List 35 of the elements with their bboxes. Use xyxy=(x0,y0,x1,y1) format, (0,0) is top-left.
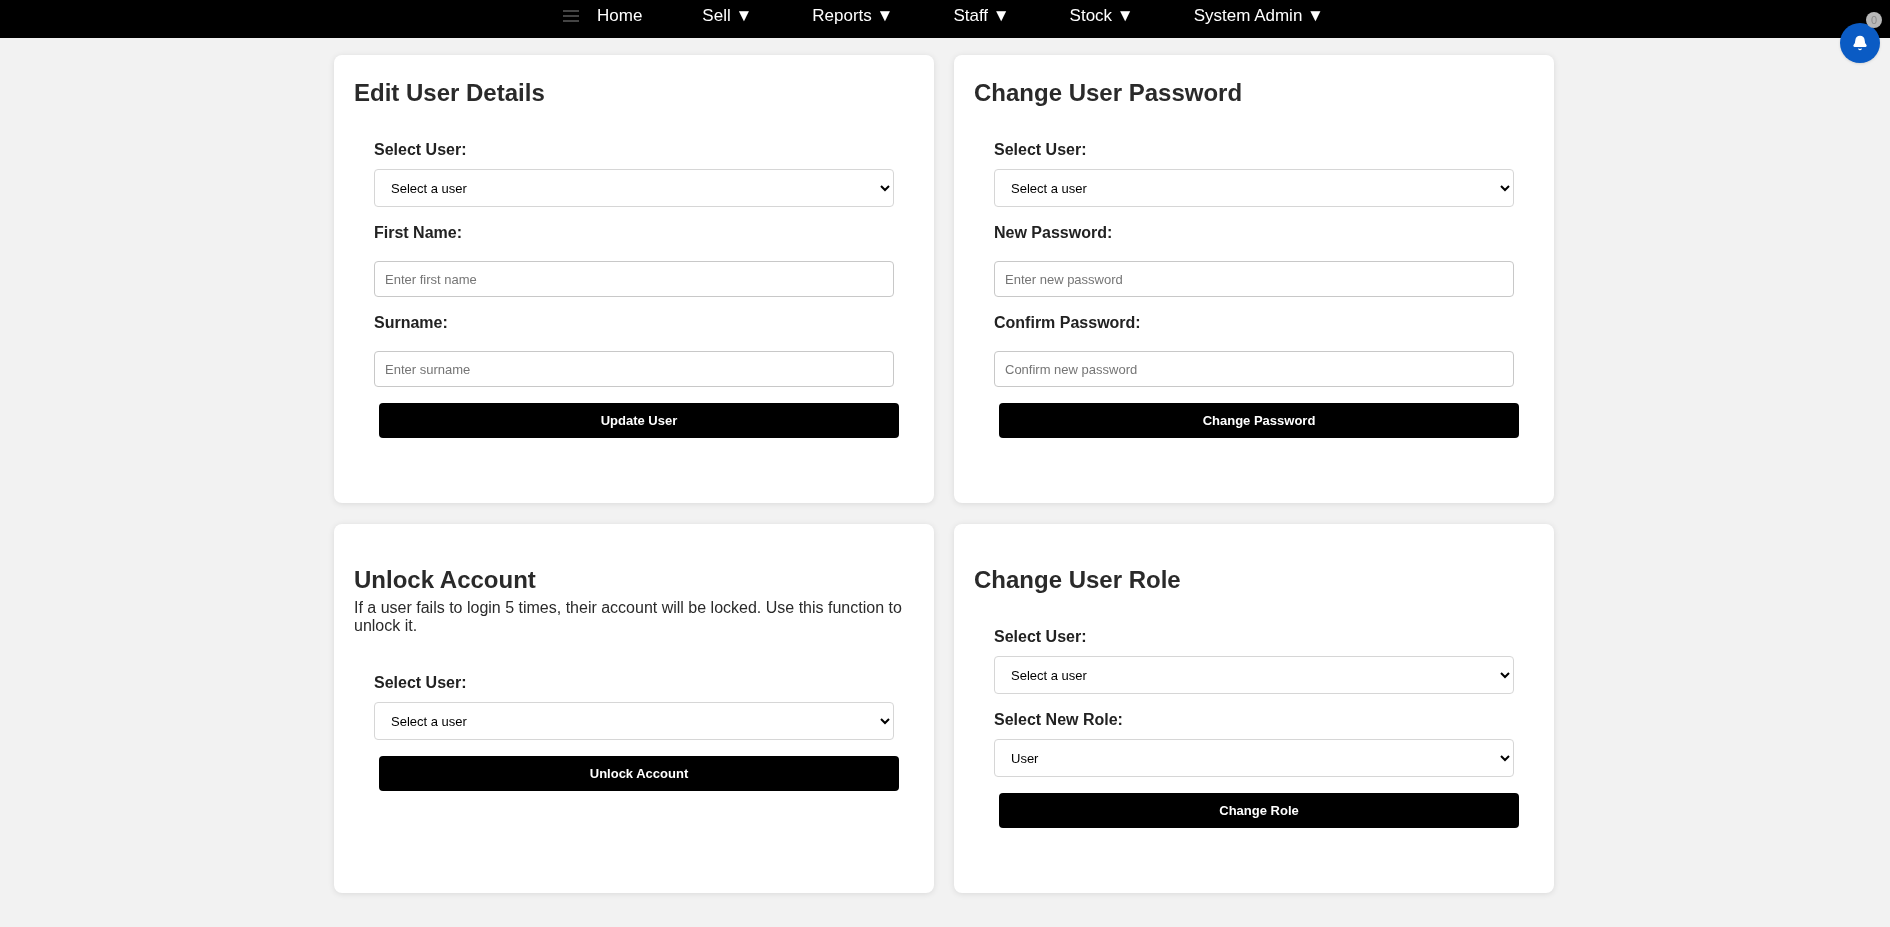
submit-button[interactable]: Unlock Account xyxy=(379,756,899,791)
user-select[interactable]: Select a user xyxy=(994,656,1514,694)
user-select[interactable]: Select a user xyxy=(994,169,1514,207)
field-label: First Name: xyxy=(374,223,464,243)
user-select[interactable]: Select a user xyxy=(374,702,894,740)
nav-link[interactable]: Stock ▼ xyxy=(1069,3,1134,29)
submit-button[interactable]: Change Password xyxy=(999,403,1519,438)
user-select[interactable]: Select a user xyxy=(374,169,894,207)
field-label: Select New Role: xyxy=(994,710,1124,730)
nav-link[interactable]: System Admin ▼ xyxy=(1193,3,1324,29)
field-label: New Password: xyxy=(994,223,1114,243)
card-title: Edit User Details xyxy=(354,78,546,108)
field-label: Select User: xyxy=(994,627,1088,647)
card-title: Change User Role xyxy=(974,565,1182,595)
field-label: Confirm Password: xyxy=(994,313,1142,333)
nav-link[interactable]: Staff ▼ xyxy=(953,3,1010,29)
nav-link[interactable]: Home xyxy=(597,3,643,29)
input-field[interactable]: Enter first name xyxy=(374,261,894,297)
input-field[interactable]: Enter surname xyxy=(374,351,894,387)
nav-link[interactable]: Reports ▼ xyxy=(812,3,894,29)
card-description: If a user fails to login 5 times, their account will be locked. Use this function to unlock it. xyxy=(354,599,903,635)
field-label: Surname: xyxy=(374,313,449,333)
field-label: Select User: xyxy=(994,140,1088,160)
bell-icon xyxy=(1852,35,1868,51)
notification-button[interactable] xyxy=(1840,23,1880,63)
card-title: Unlock Account xyxy=(354,565,537,595)
input-field[interactable]: Enter new password xyxy=(994,261,1514,297)
submit-button[interactable]: Update User xyxy=(379,403,899,438)
submit-button[interactable]: Change Role xyxy=(999,793,1519,828)
input-field[interactable]: Confirm new password xyxy=(994,351,1514,387)
nav-link[interactable]: Sell ▼ xyxy=(702,3,753,29)
field-label: Select User: xyxy=(374,140,468,160)
card-title: Change User Password xyxy=(974,78,1244,108)
field-label: Select User: xyxy=(374,673,468,693)
user-select[interactable]: User xyxy=(994,739,1514,777)
